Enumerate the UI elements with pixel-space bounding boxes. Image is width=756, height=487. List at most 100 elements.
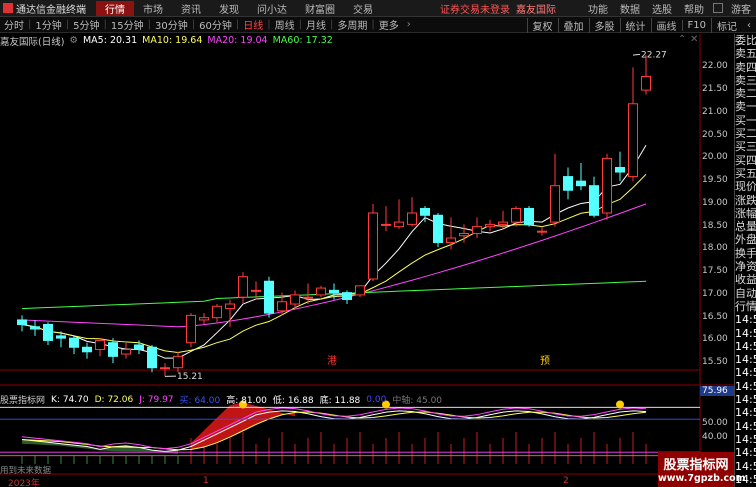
tool-huaxian[interactable]: 画线 <box>650 17 682 33</box>
price-tick: 22.00 <box>702 61 728 72</box>
side-label[interactable]: 净资 <box>735 260 756 273</box>
side-label[interactable]: 14:5 <box>735 446 756 459</box>
price-tick: 19.50 <box>702 175 728 186</box>
kline-chart[interactable]: 22.27 15.21 港 预 <box>0 34 734 487</box>
price-tick: 20.00 <box>702 152 728 163</box>
period-60min[interactable]: 60分钟 <box>195 17 236 32</box>
tool-duogu[interactable]: 多股 <box>588 17 620 33</box>
price-tick: 17.00 <box>702 288 728 299</box>
price-tick: 16.50 <box>702 311 728 322</box>
side-label[interactable]: 14:5 <box>735 327 756 340</box>
period-1min[interactable]: 1分钟 <box>31 17 65 32</box>
menu-item-wenxiaoda[interactable]: 问小达 <box>248 1 296 16</box>
period-weekly[interactable]: 周线 <box>271 17 299 32</box>
tool-diejia[interactable]: 叠加 <box>557 17 589 33</box>
bottom-value: 底: 11.88 <box>319 396 361 406</box>
candle-body <box>446 237 456 244</box>
menu-shuju[interactable]: 数据 <box>614 1 646 16</box>
candle-body <box>95 339 105 351</box>
side-label[interactable]: 涨幅 <box>735 207 756 220</box>
period-30min[interactable]: 30分钟 <box>151 17 192 32</box>
period-monthly[interactable]: 月线 <box>302 17 330 32</box>
side-label[interactable]: 14:5 <box>735 366 756 379</box>
menu-item-zixun[interactable]: 资讯 <box>172 1 210 16</box>
side-label[interactable]: 总量 <box>735 220 756 233</box>
low-value: 低: 16.88 <box>272 396 314 406</box>
side-label[interactable]: 买三 <box>735 140 756 153</box>
side-label[interactable]: 14:5 <box>735 380 756 393</box>
period-15min[interactable]: 15分钟 <box>107 17 148 32</box>
period-5min[interactable]: 5分钟 <box>69 17 103 32</box>
side-label[interactable]: 14:5 <box>735 340 756 353</box>
main-menu: 行情 市场 资讯 发现 问小达 财富圈 交易 <box>96 0 382 16</box>
candle-body <box>147 346 157 369</box>
side-label[interactable]: 买五 <box>735 167 756 180</box>
indicator-legend: 股票指标网 K: 74.70 D: 72.06 J: 79.97 买: 64.0… <box>0 393 700 407</box>
menu-item-hangqing[interactable]: 行情 <box>96 0 134 16</box>
menu-item-jiaoyi[interactable]: 交易 <box>344 1 382 16</box>
menu-gongneng[interactable]: 功能 <box>582 1 614 16</box>
period-daily[interactable]: 日线 <box>239 17 267 32</box>
candle-body <box>290 294 300 305</box>
side-label[interactable]: 卖四 <box>735 61 756 74</box>
side-label[interactable]: 换手 <box>735 247 756 260</box>
side-label[interactable]: 卖二 <box>735 87 756 100</box>
menu-xuangu[interactable]: 选股 <box>646 1 678 16</box>
side-label[interactable]: 现价 <box>735 180 756 193</box>
menu-item-faxian[interactable]: 发现 <box>210 1 248 16</box>
candle-body <box>160 367 170 370</box>
candle-body <box>602 157 612 214</box>
side-label[interactable]: 14:5 <box>735 420 756 433</box>
menu-item-caifuquan[interactable]: 财富圈 <box>296 1 344 16</box>
indicator-name[interactable]: 股票指标网 <box>0 393 45 406</box>
side-label[interactable]: 买一 <box>735 114 756 127</box>
side-label[interactable]: 14:5 <box>735 313 756 326</box>
price-tick: 17.50 <box>702 266 728 277</box>
price-tick: 16.00 <box>702 334 728 345</box>
period-fenshi[interactable]: 分时 <box>0 17 28 32</box>
candle-body <box>30 326 40 330</box>
candle-body <box>472 226 482 234</box>
candle-body <box>199 317 209 321</box>
menu-item-shichang[interactable]: 市场 <box>134 1 172 16</box>
side-label[interactable]: 卖一 <box>735 100 756 113</box>
candle-body <box>212 305 222 319</box>
side-label[interactable]: 买四 <box>735 154 756 167</box>
side-label[interactable]: 14:5 <box>735 460 756 473</box>
candle-body <box>641 75 651 91</box>
side-label[interactable]: 自动 <box>735 287 756 300</box>
event-mark-yu: 预 <box>540 355 550 367</box>
candle-body <box>355 285 365 296</box>
side-label[interactable]: 买二 <box>735 127 756 140</box>
kdj-d: D: 72.06 <box>94 394 134 405</box>
candle-body <box>225 303 235 310</box>
side-label[interactable]: 外盘 <box>735 233 756 246</box>
future-data-notice: 用到未来数据 <box>0 466 52 476</box>
period-more[interactable]: 更多 <box>375 17 403 32</box>
candle-body <box>576 180 586 187</box>
chevron-left-icon[interactable]: ‹ <box>742 20 756 31</box>
side-label[interactable]: 收益 <box>735 273 756 286</box>
side-label[interactable]: 卖五 <box>735 47 756 60</box>
side-label[interactable]: 行情 <box>735 300 756 313</box>
tool-tongji[interactable]: 统计 <box>619 17 651 33</box>
side-label[interactable]: 委比 <box>735 34 756 47</box>
candle-body <box>342 292 352 300</box>
side-label[interactable]: 涨跌 <box>735 194 756 207</box>
side-label[interactable]: 14:5 <box>735 406 756 419</box>
side-label[interactable]: 14:5 <box>735 433 756 446</box>
period-multi[interactable]: 多周期 <box>333 17 371 32</box>
month-1: 1 <box>203 476 209 486</box>
kdj-j-line <box>21 407 647 450</box>
side-label[interactable]: 卖三 <box>735 74 756 87</box>
tool-fuquan[interactable]: 复权 <box>526 17 558 33</box>
candle-body <box>459 232 469 237</box>
login-status[interactable]: 证券交易未登录 <box>440 1 510 16</box>
chevron-right-icon[interactable]: › <box>403 19 415 30</box>
candle-body <box>433 214 443 244</box>
side-label[interactable]: 14:5 <box>735 353 756 366</box>
side-label[interactable]: 14:5 <box>735 393 756 406</box>
candle-body <box>43 323 53 341</box>
candle-body <box>329 289 339 294</box>
candle-body <box>524 207 534 225</box>
